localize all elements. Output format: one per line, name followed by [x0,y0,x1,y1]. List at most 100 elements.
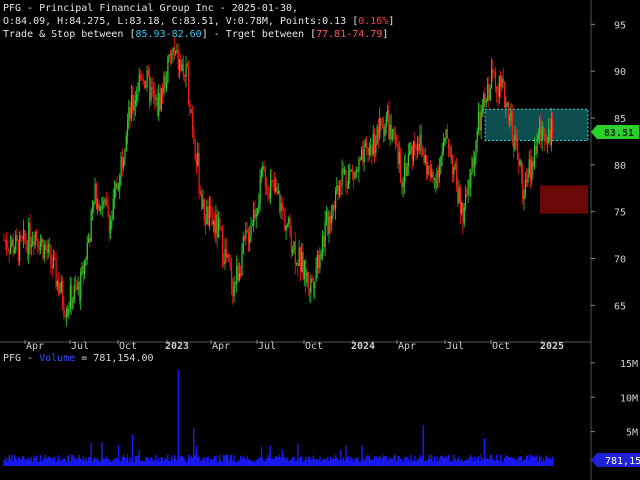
volume-bar [204,461,207,466]
volume-bar [224,455,226,466]
candle-body [228,254,230,263]
candle-body [528,159,530,175]
volume-bar [533,456,536,466]
volume-bar [73,457,75,466]
candle-body [539,119,541,136]
volume-bar [359,461,361,466]
volume-bar [518,456,520,466]
volume-bar [86,461,88,466]
volume-spike [422,424,424,466]
volume-bar [324,459,326,466]
volume-bar [258,458,260,466]
volume-bar [451,460,454,466]
volume-bar [76,458,78,466]
volume-bar [52,459,55,466]
candle-body [58,280,60,294]
volume-bar [81,460,83,466]
candle-body [292,250,294,253]
candle-body [487,84,489,101]
volume-bar [208,461,211,466]
candle-body [383,125,385,137]
candle-body [535,145,537,154]
candle-body [506,102,508,106]
candle-body [527,174,529,183]
volume-bar [379,455,381,466]
volume-bar [201,459,203,466]
volume-bar [340,449,342,466]
candle-body [218,218,220,238]
candle-body [244,236,246,239]
candle-body [258,203,260,209]
candle-body [319,257,321,269]
candle-body [371,146,373,155]
candle-body [39,242,42,251]
candle-body [501,78,503,87]
candle-body [163,75,165,94]
volume-bar [366,455,368,466]
volume-bar [302,461,304,466]
volume-bar [282,456,285,466]
volume-bar [502,461,504,466]
candle-body [484,94,486,103]
candle-body [545,141,547,143]
volume-bar [236,461,238,466]
volume-bar [26,458,29,466]
volume-bar [385,456,387,466]
volume-bar [307,456,309,466]
volume-bar [331,458,333,466]
candle-body [172,47,174,55]
candle-body [85,259,87,261]
candle-body [515,134,517,141]
candle-body [104,199,107,201]
volume-spike [361,445,363,466]
candle-body [361,149,363,160]
volume-bar [277,457,279,466]
volume-bar [32,461,34,466]
candle-body [80,272,82,301]
candle-body [402,182,404,188]
volume-bar [162,457,164,466]
candle-body [524,179,526,195]
candle-body [153,89,155,94]
candle-body [159,93,161,110]
volume-bar [181,456,183,466]
volume-bar [407,458,409,466]
volume-bar [332,457,334,466]
volume-bar [242,455,244,466]
candle-body [354,173,356,178]
candle-body [15,235,17,251]
candle-body [263,165,265,167]
candle-body [55,258,57,287]
candle-body [73,285,75,301]
candle-body [13,250,16,254]
candle-body [37,238,39,247]
candle-body [197,152,199,166]
candle-body [328,216,330,235]
candle-body [357,169,359,172]
candle-body [189,103,191,113]
volume-bar [516,458,519,466]
candle-body [147,70,149,76]
volume-bar [45,455,47,466]
candle-body [98,203,100,211]
volume-title: PFG - Volume = 781,154.00 [3,353,154,364]
volume-bar [441,455,443,466]
candle-body [134,100,136,106]
candle-body [498,76,500,97]
volume-bar [288,460,290,466]
candle-body [502,78,504,83]
candle-body [431,171,433,177]
candle-body [179,59,181,70]
candle-body [375,143,377,154]
x-tick-label: Jul [258,341,276,352]
volume-bar [485,459,487,466]
volume-bar [141,460,143,466]
change-percent: 0.16% [358,16,389,27]
candle-body [284,210,286,231]
volume-bar [381,458,383,466]
volume-bar [220,460,222,466]
candle-body [283,209,285,211]
volume-bar [78,455,81,466]
volume-bar [137,455,139,466]
volume-bar [251,460,253,466]
